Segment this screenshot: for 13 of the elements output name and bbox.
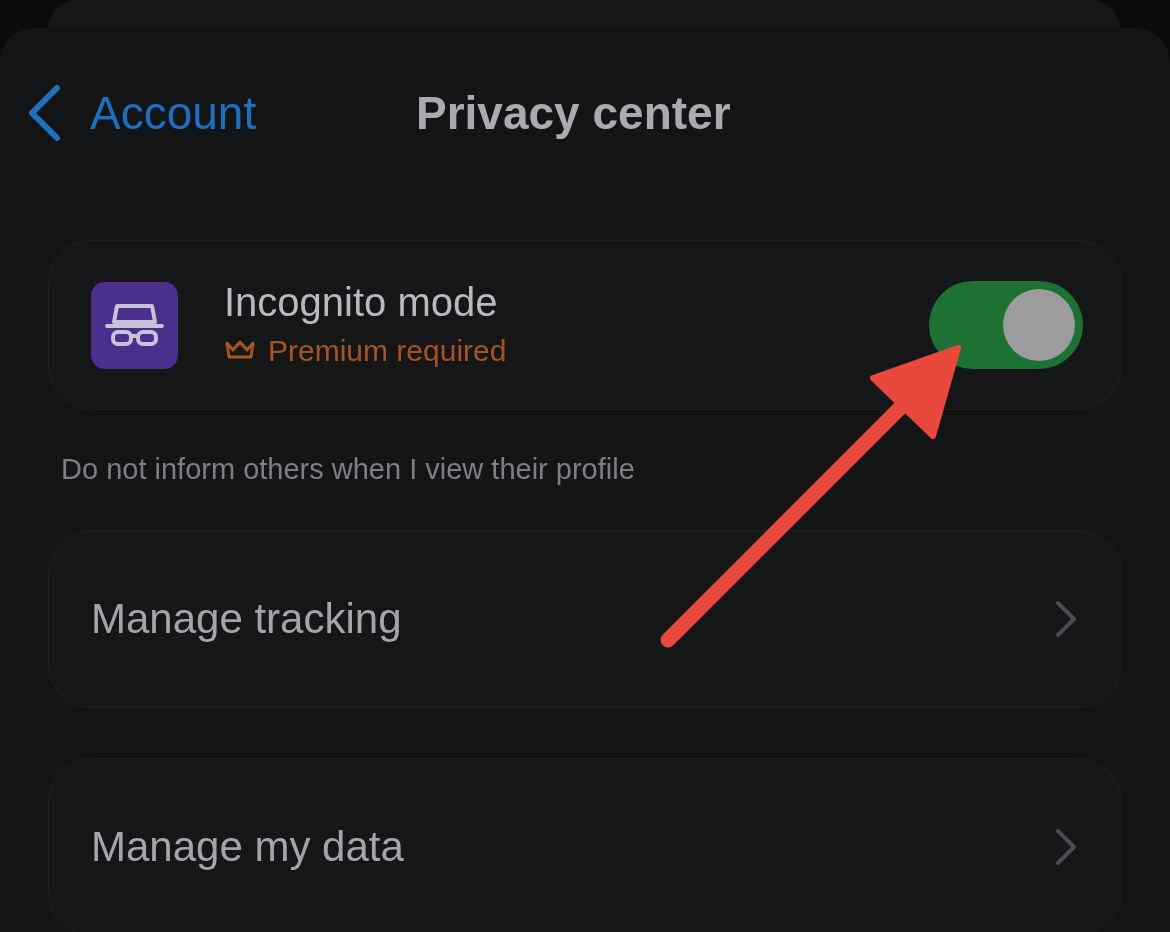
- page-title: Privacy center: [416, 85, 731, 141]
- crown-icon: [224, 339, 256, 361]
- chevron-right-icon: [1055, 599, 1077, 638]
- toggle-thumb: [1003, 289, 1075, 361]
- nav-row[interactable]: Manage tracking: [48, 529, 1122, 708]
- incognito-caption: Do not inform others when I view their profile: [60, 452, 636, 487]
- incognito-title: Incognito mode: [224, 278, 499, 326]
- premium-required-label: Premium required: [268, 332, 507, 369]
- back-chevron-icon: [26, 84, 62, 142]
- nav-row[interactable]: Manage my data: [48, 757, 1122, 932]
- incognito-glasses-icon: [91, 281, 178, 369]
- back-button[interactable]: Account: [26, 78, 257, 148]
- chevron-right-icon: [1055, 827, 1077, 866]
